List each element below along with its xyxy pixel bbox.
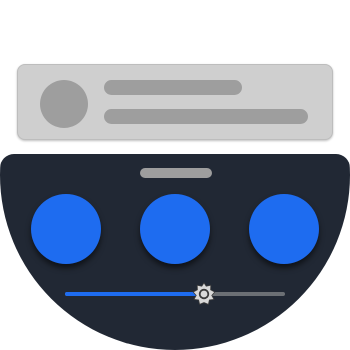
quick-setting-tile-1-button[interactable] (31, 194, 101, 264)
notification-text-placeholder (104, 109, 308, 124)
quick-setting-tile-2-button[interactable] (140, 194, 210, 264)
brightness-gear-icon[interactable] (192, 282, 216, 306)
slider-fill (65, 292, 204, 296)
brightness-slider[interactable] (65, 282, 285, 307)
quick-setting-tile-3-button[interactable] (249, 194, 319, 264)
avatar-placeholder-icon (40, 80, 88, 128)
drag-handle[interactable] (140, 168, 212, 178)
notification-card[interactable] (17, 64, 333, 140)
screen (0, 0, 350, 350)
notification-title-placeholder (104, 80, 242, 95)
